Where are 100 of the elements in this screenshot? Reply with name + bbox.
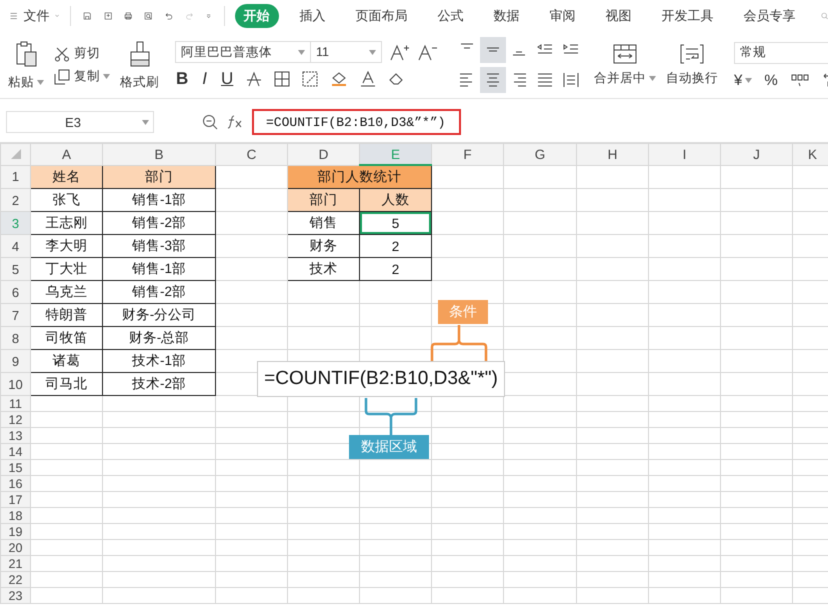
column-header[interactable]: G [504, 144, 576, 165]
row-header[interactable]: 19 [0, 524, 30, 540]
row-header[interactable]: 10 [0, 372, 30, 396]
ribbon-tab[interactable]: 审阅 [540, 4, 585, 28]
row-header[interactable]: 21 [0, 556, 30, 572]
column-header[interactable]: B [102, 144, 216, 165]
merge-center-button[interactable]: 合并居中 [594, 70, 656, 86]
table-cell: 司牧笛 [30, 326, 102, 350]
percent-button[interactable]: % [764, 72, 778, 88]
caret-icon[interactable] [745, 78, 752, 84]
ribbon-tab[interactable]: 视图 [596, 4, 641, 28]
table-cell: 张飞 [30, 188, 102, 212]
table-cell: 特朗普 [30, 304, 102, 326]
caret-icon[interactable] [142, 120, 149, 124]
font-style-button[interactable]: B [175, 69, 190, 89]
row-header[interactable]: 12 [0, 412, 30, 428]
function-icon[interactable] [226, 114, 244, 130]
table-cell: 销售-1部 [102, 188, 216, 212]
alignment-icon[interactable] [484, 71, 502, 89]
ribbon-tab[interactable]: 开发工具 [652, 4, 723, 28]
caret-icon[interactable] [649, 76, 656, 81]
ribbon-tab[interactable]: 插入 [290, 4, 335, 28]
row-header[interactable]: 16 [0, 476, 30, 492]
column-header[interactable]: K [792, 144, 828, 165]
wrap-text-button[interactable]: 自动换行 [666, 70, 718, 86]
brush-icon[interactable] [128, 40, 150, 68]
formula-input[interactable]: =COUNTIF(B2:B10,D3&”*”) [252, 109, 462, 135]
font-style-button[interactable]: U [220, 69, 234, 89]
alignment-icon[interactable] [562, 71, 580, 89]
name-box[interactable]: E3 [6, 111, 154, 133]
font-color-icon[interactable] [360, 71, 376, 87]
row-header[interactable]: 23 [0, 588, 30, 604]
row-header[interactable]: 6 [0, 280, 30, 304]
align-button[interactable] [480, 67, 506, 93]
currency-button[interactable]: ¥ [734, 72, 752, 88]
ribbon-tab[interactable]: 会员专享 [734, 4, 805, 28]
column-header[interactable]: I [648, 144, 720, 165]
decrease-font-icon[interactable] [418, 43, 438, 61]
column-header[interactable]: F [432, 144, 504, 165]
copy-icon[interactable] [54, 68, 70, 84]
copy-button[interactable]: 复制 [74, 68, 110, 85]
table-cell: 王志刚 [30, 212, 102, 234]
strikethrough-icon[interactable] [246, 71, 262, 87]
column-header[interactable]: C [216, 144, 288, 165]
caret-icon[interactable] [369, 50, 376, 54]
caret-icon[interactable] [37, 80, 44, 85]
table-cell: 2 [360, 234, 432, 258]
row-header[interactable]: 14 [0, 444, 30, 460]
scissors-icon[interactable] [54, 46, 70, 62]
range-brace [364, 397, 420, 437]
column-header[interactable]: D [288, 144, 360, 165]
row-header[interactable]: 4 [0, 234, 30, 258]
row-header[interactable]: 22 [0, 572, 30, 588]
zoom-icon[interactable] [202, 114, 218, 130]
table-cell: 销售-3部 [102, 234, 216, 258]
font-name-field[interactable]: 阿里巴巴普惠体 [175, 41, 311, 63]
font-size-field[interactable]: 11 [310, 41, 382, 63]
table-cell: 诸葛 [30, 350, 102, 372]
row-header[interactable]: 5 [0, 258, 30, 280]
border-grid-icon[interactable] [274, 71, 290, 87]
column-header[interactable]: J [720, 144, 792, 165]
cut-button[interactable]: 剪切 [74, 45, 100, 62]
alignment-icon[interactable] [536, 71, 554, 89]
ribbon-tab[interactable]: 公式 [428, 4, 473, 28]
ribbon-tab[interactable]: 页面布局 [346, 4, 417, 28]
merge-cells-icon[interactable] [613, 44, 637, 64]
row-header[interactable]: 7 [0, 304, 30, 326]
row-header[interactable]: 11 [0, 396, 30, 412]
table-cell: 销售-2部 [102, 280, 216, 304]
align-button[interactable] [480, 37, 506, 63]
row-header[interactable]: 18 [0, 508, 30, 524]
row-header[interactable]: 2 [0, 188, 30, 212]
format-painter-button[interactable]: 格式刷 [120, 74, 159, 90]
row-header[interactable]: 17 [0, 492, 30, 508]
font-style-button[interactable]: I [201, 69, 208, 89]
fill-color-icon[interactable] [330, 71, 348, 87]
row-header[interactable]: 13 [0, 428, 30, 444]
row-header[interactable]: 8 [0, 326, 30, 350]
clipboard-icon[interactable] [14, 40, 38, 68]
caret-icon[interactable] [298, 50, 305, 54]
ribbon-tab[interactable]: 数据 [484, 4, 529, 28]
paste-button[interactable]: 粘贴 [8, 74, 44, 90]
file-menu[interactable]: 文件 [23, 7, 50, 25]
increase-font-icon[interactable] [390, 43, 410, 61]
table-cell: 5 [360, 212, 432, 234]
row-header[interactable]: 1 [0, 165, 30, 188]
column-header[interactable]: A [30, 144, 102, 165]
row-header[interactable]: 20 [0, 540, 30, 556]
wrap-text-icon[interactable] [680, 44, 704, 64]
menu-icon[interactable] [10, 10, 18, 22]
row-header[interactable]: 9 [0, 350, 30, 372]
header-cell: 姓名 [30, 165, 102, 188]
row-header[interactable]: 15 [0, 460, 30, 476]
table-cell: 销售-2部 [102, 212, 216, 234]
eraser-icon[interactable] [388, 71, 404, 87]
caret-icon[interactable] [103, 74, 110, 80]
table-cell: 乌克兰 [30, 280, 102, 304]
column-header[interactable]: H [576, 144, 648, 165]
number-format-field[interactable]: 常规 [734, 42, 828, 64]
fill-pattern-icon[interactable] [302, 71, 318, 87]
